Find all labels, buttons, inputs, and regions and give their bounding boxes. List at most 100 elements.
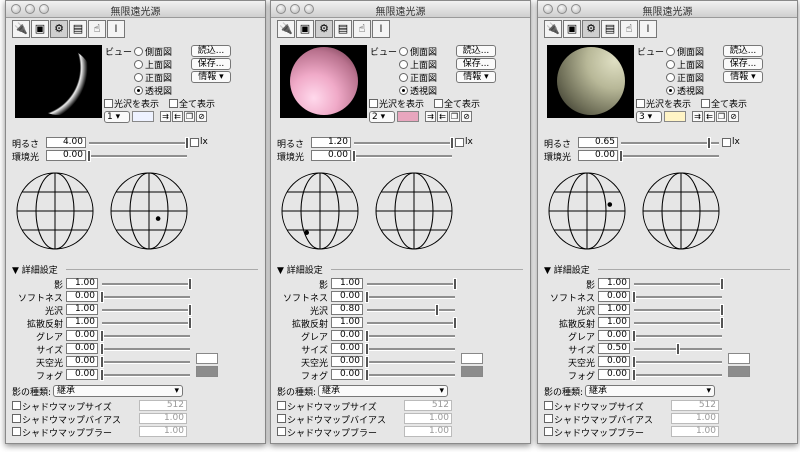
param-slider-5[interactable] [365, 343, 455, 355]
param-slider-thumb-5[interactable] [100, 343, 104, 355]
shadow-row-field-2[interactable]: 1.00 [671, 426, 719, 437]
param-slider-4[interactable] [100, 330, 190, 342]
param-field-1[interactable]: 0.00 [598, 291, 630, 302]
shadow-row-field-2[interactable]: 1.00 [404, 426, 452, 437]
param-field-7[interactable]: 0.00 [598, 369, 630, 380]
delete-icon[interactable]: ⊘ [461, 111, 472, 122]
shadow-row-checkbox-1[interactable] [544, 414, 553, 423]
direction-globe-front[interactable] [547, 171, 627, 251]
show-all-checkbox[interactable] [701, 99, 710, 108]
param-field-0[interactable]: 1.00 [598, 278, 630, 289]
delete-icon[interactable]: ⊘ [196, 111, 207, 122]
paste-light-icon[interactable]: ⇇ [704, 111, 715, 122]
direction-globe-back[interactable] [641, 171, 721, 251]
param-slider-thumb-4[interactable] [632, 330, 636, 342]
doc-icon[interactable]: ▤ [69, 20, 87, 38]
direction-globe-front[interactable] [15, 171, 95, 251]
param-field-6[interactable]: 0.00 [598, 356, 630, 367]
param-slider-thumb-2[interactable] [435, 304, 440, 316]
param-slider-thumb-3[interactable] [453, 317, 457, 329]
shadow-row-field-1[interactable]: 1.00 [404, 413, 452, 424]
ambient-slider-thumb[interactable] [352, 150, 356, 162]
param-slider-6[interactable] [365, 356, 455, 368]
lx-checkbox[interactable] [455, 138, 464, 147]
shadow-row-checkbox-2[interactable] [12, 427, 21, 436]
param-slider-thumb-1[interactable] [632, 291, 636, 303]
show-gloss-checkbox[interactable] [369, 99, 378, 108]
param-slider-thumb-7[interactable] [632, 369, 636, 381]
light-color-swatch[interactable] [132, 111, 154, 122]
view-radio-3[interactable] [666, 86, 675, 95]
save-button[interactable]: 保存... [456, 58, 496, 70]
param-field-7[interactable]: 0.00 [331, 369, 363, 380]
paste-light-icon[interactable]: ⇇ [172, 111, 183, 122]
param-field-3[interactable]: 1.00 [598, 317, 630, 328]
param-slider-1[interactable] [632, 291, 722, 303]
detail-settings-toggle[interactable]: ▼ 詳細設定 [12, 263, 58, 276]
detail-settings-toggle[interactable]: ▼ 詳細設定 [277, 263, 323, 276]
param-field-6[interactable]: 0.00 [331, 356, 363, 367]
info-popup[interactable]: 情報 ▾ [191, 71, 231, 83]
direction-globe-back[interactable] [374, 171, 454, 251]
param-slider-0[interactable] [102, 278, 192, 290]
param-field-1[interactable]: 0.00 [66, 291, 98, 302]
light-index-popup[interactable]: 2 ▾ [369, 111, 395, 123]
switch-icon[interactable]: ⏽ [372, 20, 390, 38]
gear-icon[interactable]: ⚙ [582, 20, 600, 38]
param-slider-thumb-1[interactable] [365, 291, 369, 303]
light-index-popup[interactable]: 3 ▾ [636, 111, 662, 123]
param-slider-2[interactable] [634, 304, 724, 316]
show-all-checkbox[interactable] [434, 99, 443, 108]
light-color-swatch[interactable] [397, 111, 419, 122]
param-slider-0[interactable] [634, 278, 724, 290]
copy-light-icon[interactable]: ⇉ [425, 111, 436, 122]
param-slider-6[interactable] [632, 356, 722, 368]
param-slider-4[interactable] [365, 330, 455, 342]
shadow-row-checkbox-0[interactable] [277, 401, 286, 410]
show-gloss-checkbox[interactable] [636, 99, 645, 108]
shadow-row-field-1[interactable]: 1.00 [671, 413, 719, 424]
plug-icon[interactable]: 🔌 [277, 20, 295, 38]
param-field-6[interactable]: 0.00 [66, 356, 98, 367]
view-radio-0[interactable] [134, 47, 143, 56]
param-slider-thumb-7[interactable] [100, 369, 104, 381]
param-slider-7[interactable] [632, 369, 722, 381]
doc-icon[interactable]: ▤ [601, 20, 619, 38]
param-slider-2[interactable] [367, 304, 455, 316]
param-field-4[interactable]: 0.00 [331, 330, 363, 341]
cube-icon[interactable]: ▣ [31, 20, 49, 38]
param-field-7[interactable]: 0.00 [66, 369, 98, 380]
ambient-slider[interactable] [619, 150, 719, 162]
light-index-popup[interactable]: 1 ▾ [104, 111, 130, 123]
duplicate-icon[interactable]: ❐ [184, 111, 195, 122]
param-slider-thumb-7[interactable] [365, 369, 369, 381]
param-field-5[interactable]: 0.50 [598, 343, 630, 354]
light-color-swatch[interactable] [664, 111, 686, 122]
copy-light-icon[interactable]: ⇉ [160, 111, 171, 122]
lx-checkbox[interactable] [190, 138, 199, 147]
fog-color[interactable] [461, 366, 483, 377]
brightness-slider-thumb[interactable] [185, 137, 189, 149]
view-radio-1[interactable] [134, 60, 143, 69]
shadow-row-checkbox-1[interactable] [277, 414, 286, 423]
view-radio-1[interactable] [399, 60, 408, 69]
paste-light-icon[interactable]: ⇇ [437, 111, 448, 122]
param-slider-thumb-4[interactable] [100, 330, 104, 342]
ambient-slider-thumb[interactable] [619, 150, 623, 162]
param-slider-thumb-6[interactable] [100, 356, 104, 368]
fog-color[interactable] [728, 366, 750, 377]
param-field-3[interactable]: 1.00 [331, 317, 363, 328]
ambient-field[interactable]: 0.00 [311, 150, 351, 161]
load-button[interactable]: 読込... [191, 45, 231, 57]
hand-icon[interactable]: ☝ [353, 20, 371, 38]
shadow-row-checkbox-1[interactable] [12, 414, 21, 423]
shadow-type-popup[interactable]: 継承 ▾ [53, 385, 183, 397]
shadow-row-field-0[interactable]: 512 [139, 400, 187, 411]
show-gloss-checkbox[interactable] [104, 99, 113, 108]
param-slider-thumb-4[interactable] [365, 330, 369, 342]
hand-icon[interactable]: ☝ [88, 20, 106, 38]
detail-settings-toggle[interactable]: ▼ 詳細設定 [544, 263, 590, 276]
param-slider-7[interactable] [365, 369, 455, 381]
duplicate-icon[interactable]: ❐ [449, 111, 460, 122]
param-slider-6[interactable] [100, 356, 190, 368]
